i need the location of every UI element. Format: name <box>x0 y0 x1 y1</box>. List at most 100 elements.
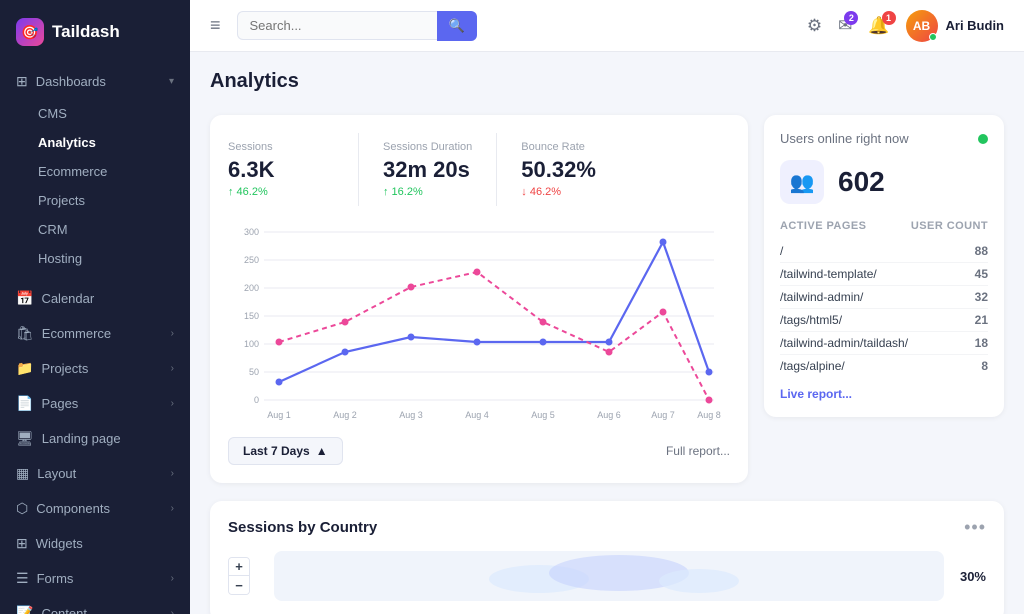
pages-icon: 📄 <box>16 395 33 412</box>
logo-icon: 🎯 <box>16 18 44 46</box>
content-area: Analytics Sessions 6.3K ↑ 46.2% Sessions… <box>190 52 1024 614</box>
svg-text:300: 300 <box>244 227 259 237</box>
calendar-icon: 📅 <box>16 290 33 307</box>
chevron-icon: › <box>171 468 174 479</box>
user-avatar-button[interactable]: AB Ari Budin <box>906 10 1005 42</box>
online-title: Users online right now <box>780 131 909 146</box>
bounce-label: Bounce Rate <box>521 141 602 153</box>
svg-text:150: 150 <box>244 311 259 321</box>
projects-icon: 📁 <box>16 360 33 377</box>
active-pages-header: Active Pages User Count <box>780 220 988 232</box>
crm-label: CRM <box>38 222 68 237</box>
projects-sub-label: Projects <box>38 193 85 208</box>
mail-badge: 2 <box>844 11 858 25</box>
sidebar-item-cms[interactable]: CMS <box>0 99 190 128</box>
page-user-count: 21 <box>975 313 988 327</box>
chevron-icon: › <box>171 328 174 339</box>
stat-duration: Sessions Duration 32m 20s ↑ 16.2% <box>358 133 496 206</box>
sessions-title: Sessions by Country <box>228 519 377 536</box>
content-label: Content <box>41 606 87 614</box>
online-header: Users online right now <box>780 131 988 146</box>
chart-card: Sessions 6.3K ↑ 46.2% Sessions Duration … <box>210 115 748 483</box>
online-dot <box>978 134 988 144</box>
zoom-in-button[interactable]: + <box>229 558 249 576</box>
landing-label: Landing page <box>42 431 121 446</box>
sidebar-item-components[interactable]: ⬡ Components › <box>0 491 190 526</box>
full-report-link[interactable]: Full report... <box>666 444 730 458</box>
notifications-button[interactable]: 🔔 1 <box>868 16 889 36</box>
period-selector[interactable]: Last 7 Days ▲ <box>228 437 343 465</box>
map-zoom-controls: + − <box>228 557 250 595</box>
bounce-change: ↓ 46.2% <box>521 186 602 198</box>
avatar: AB <box>906 10 938 42</box>
sidebar-item-ecommerce-sub[interactable]: Ecommerce <box>0 157 190 186</box>
active-page-row: /tags/alpine/8 <box>780 355 988 377</box>
online-count-row: 👥 602 <box>780 160 988 204</box>
header: ≡ 🔍 ⚙ ✉ 2 🔔 1 AB Ari Budin <box>190 0 1024 52</box>
sessions-body: + − 30% <box>228 546 986 606</box>
svg-text:Aug 6: Aug 6 <box>597 410 621 420</box>
sidebar: 🎯 Taildash ⊞ Dashboards ▾ CMS Analytics … <box>0 0 190 614</box>
svg-text:Aug 1: Aug 1 <box>267 410 291 420</box>
analytics-label: Analytics <box>38 135 96 150</box>
sidebar-item-ecommerce[interactable]: 🛍 Ecommerce › <box>0 316 190 351</box>
svg-text:250: 250 <box>244 255 259 265</box>
active-page-row: /tags/html5/21 <box>780 309 988 332</box>
svg-text:Aug 8: Aug 8 <box>697 410 721 420</box>
analytics-row: Sessions 6.3K ↑ 46.2% Sessions Duration … <box>210 115 1004 483</box>
page-user-count: 32 <box>975 290 988 304</box>
bounce-value: 50.32% <box>521 157 602 183</box>
sidebar-item-forms[interactable]: ☰ Forms › <box>0 561 190 596</box>
users-icon: 👥 <box>780 160 824 204</box>
active-page-row: /tailwind-template/45 <box>780 263 988 286</box>
header-icons: ⚙ ✉ 2 🔔 1 AB Ari Budin <box>807 10 1004 42</box>
content-icon: 📝 <box>16 605 33 614</box>
pages-label: Pages <box>41 396 78 411</box>
page-path: /tailwind-admin/ <box>780 290 863 304</box>
chevron-icon: › <box>171 398 174 409</box>
layout-icon: ▦ <box>16 465 29 482</box>
zoom-out-button[interactable]: − <box>229 576 249 594</box>
settings-button[interactable]: ⚙ <box>807 16 822 36</box>
sessions-header: Sessions by Country ••• <box>228 517 986 538</box>
hosting-label: Hosting <box>38 251 82 266</box>
period-label: Last 7 Days <box>243 444 310 458</box>
sidebar-item-projects[interactable]: 📁 Projects › <box>0 351 190 386</box>
layout-label: Layout <box>37 466 76 481</box>
more-options-button[interactable]: ••• <box>964 517 986 538</box>
sessions-country-card: Sessions by Country ••• + − <box>210 501 1004 614</box>
sidebar-item-dashboards[interactable]: ⊞ Dashboards ▾ <box>0 64 190 99</box>
page-title: Analytics <box>210 70 1004 93</box>
sidebar-item-widgets[interactable]: ⊞ Widgets <box>0 526 190 561</box>
page-user-count: 18 <box>975 336 988 350</box>
sidebar-item-calendar[interactable]: 📅 Calendar <box>0 281 190 316</box>
sidebar-item-pages[interactable]: 📄 Pages › <box>0 386 190 421</box>
sidebar-item-crm[interactable]: CRM <box>0 215 190 244</box>
sidebar-item-hosting[interactable]: Hosting <box>0 244 190 273</box>
sidebar-item-content[interactable]: 📝 Content › <box>0 596 190 614</box>
search-button[interactable]: 🔍 <box>437 11 477 41</box>
bell-badge: 1 <box>882 11 896 25</box>
page-path: / <box>780 244 783 258</box>
components-label: Components <box>36 501 110 516</box>
active-pages-list: /88/tailwind-template/45/tailwind-admin/… <box>780 240 988 377</box>
chevron-down-icon: ▾ <box>169 76 174 87</box>
chart-footer: Last 7 Days ▲ Full report... <box>228 437 730 465</box>
projects-label: Projects <box>41 361 88 376</box>
sidebar-item-layout[interactable]: ▦ Layout › <box>0 456 190 491</box>
sessions-value: 6.3K <box>228 157 334 183</box>
hamburger-icon[interactable]: ≡ <box>210 15 221 36</box>
dashboards-icon: ⊞ <box>16 73 28 90</box>
mail-button[interactable]: ✉ 2 <box>838 16 852 36</box>
sidebar-item-projects-sub[interactable]: Projects <box>0 186 190 215</box>
main-content: ≡ 🔍 ⚙ ✉ 2 🔔 1 AB Ari Budin <box>190 0 1024 614</box>
search-input[interactable] <box>237 11 437 40</box>
settings-icon: ⚙ <box>807 16 822 36</box>
live-report-link[interactable]: Live report... <box>780 387 988 401</box>
page-user-count: 8 <box>981 359 988 373</box>
online-count: 602 <box>838 166 885 198</box>
sidebar-item-landing[interactable]: 🖥 Landing page <box>0 421 190 456</box>
forms-label: Forms <box>37 571 74 586</box>
app-logo[interactable]: 🎯 Taildash <box>0 0 190 64</box>
sidebar-item-analytics[interactable]: Analytics <box>0 128 190 157</box>
